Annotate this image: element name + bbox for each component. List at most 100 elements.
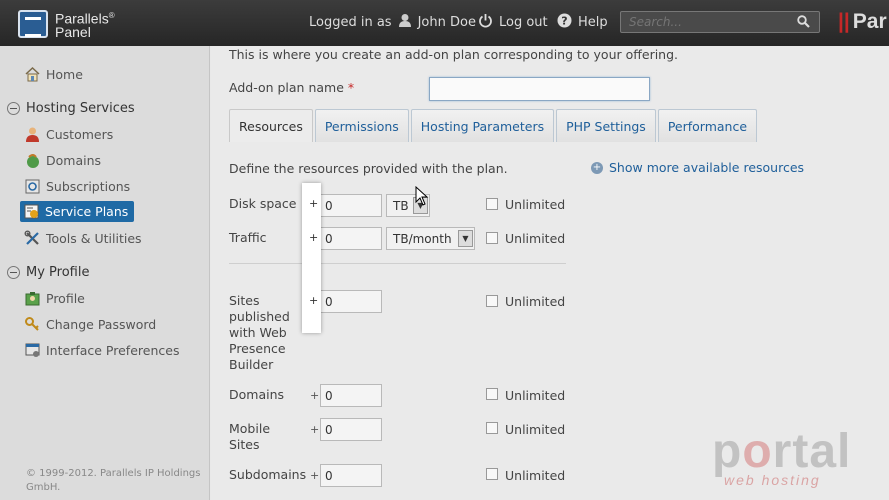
top-bar: Parallels® Panel Logged in as John Doe L… xyxy=(0,0,889,46)
tab-php-settings[interactable]: PHP Settings xyxy=(556,109,656,142)
domains-icon xyxy=(24,152,41,169)
sites-wpb-plus[interactable]: + xyxy=(309,294,318,307)
sidebar-group-my-profile[interactable]: My Profile xyxy=(7,265,89,280)
mobile-sites-label: Mobile Sites xyxy=(229,421,271,452)
unlimited-label: Unlimited xyxy=(505,197,566,212)
tab-bar: Resources Permissions Hosting Parameters… xyxy=(229,109,759,142)
sidebar-item-profile[interactable]: Profile xyxy=(24,290,85,307)
user-name-link[interactable]: John Doe xyxy=(418,15,476,30)
tab-hosting-parameters[interactable]: Hosting Parameters xyxy=(410,109,555,142)
user-icon xyxy=(398,13,412,32)
disk-space-unlimited-checkbox[interactable] xyxy=(486,198,498,210)
logo-line-2: Panel xyxy=(55,23,91,40)
subdomains-label: Subdomains xyxy=(229,467,307,482)
parallels-brand-logo: || Par xyxy=(838,10,887,34)
search-input[interactable] xyxy=(621,12,789,32)
unlimited-label: Unlimited xyxy=(505,468,566,483)
show-more-label: Show more available resources xyxy=(609,160,805,175)
search-icon[interactable] xyxy=(797,15,810,31)
parallels-panel-logo[interactable]: Parallels® Panel xyxy=(18,9,115,39)
traffic-unit-select[interactable]: TB/month ▼ xyxy=(386,227,475,250)
collapse-icon xyxy=(7,266,20,279)
tab-permissions[interactable]: Permissions xyxy=(314,109,409,142)
logged-in-label: Logged in as xyxy=(309,15,392,30)
plan-name-input[interactable] xyxy=(429,77,650,101)
traffic-unit-value: TB/month xyxy=(393,232,452,246)
unlimited-label: Unlimited xyxy=(505,294,566,309)
sidebar-item-label: Home xyxy=(46,67,83,82)
help-label: Help xyxy=(578,15,608,30)
chevron-down-icon: ▼ xyxy=(458,230,473,247)
domains-input[interactable]: 0 xyxy=(320,384,382,407)
sidebar-item-label: Interface Preferences xyxy=(46,343,180,358)
portal-web-hosting-watermark: portal web hosting xyxy=(712,428,851,489)
power-icon xyxy=(478,13,493,32)
parallels-bars-icon: || xyxy=(838,10,850,33)
brand-right-text: Par xyxy=(852,10,887,33)
sidebar-item-label: Change Password xyxy=(46,317,157,332)
sidebar-item-change-password[interactable]: Change Password xyxy=(24,316,156,333)
key-icon xyxy=(24,316,41,333)
unlimited-label: Unlimited xyxy=(505,231,566,246)
profile-icon xyxy=(24,290,41,307)
subdomains-unlimited-checkbox[interactable] xyxy=(486,468,498,480)
disk-space-label: Disk space xyxy=(229,196,297,211)
traffic-unlimited-checkbox[interactable] xyxy=(486,232,498,244)
plus-circle-icon: + xyxy=(591,161,603,174)
sites-wpb-input[interactable]: 0 xyxy=(320,290,382,313)
svg-text:?: ? xyxy=(561,15,567,28)
mouse-cursor-icon xyxy=(415,185,429,209)
help-button[interactable]: ? Help xyxy=(557,13,608,32)
subscriptions-icon xyxy=(24,178,41,195)
sidebar-item-tools-utilities[interactable]: Tools & Utilities xyxy=(24,230,142,247)
sidebar-item-label: Profile xyxy=(46,291,85,306)
search-box xyxy=(620,11,820,33)
traffic-input[interactable]: 0 xyxy=(320,227,382,250)
domains-label: Domains xyxy=(229,387,285,402)
tab-performance[interactable]: Performance xyxy=(657,109,758,142)
plan-name-label-text: Add-on plan name xyxy=(229,80,344,95)
sidebar-item-label: Subscriptions xyxy=(46,179,131,194)
sidebar-item-domains[interactable]: Domains xyxy=(24,152,101,169)
sidebar-item-interface-preferences[interactable]: Interface Preferences xyxy=(24,342,179,359)
sidebar-group-label: Hosting Services xyxy=(26,101,135,116)
preferences-icon xyxy=(24,342,41,359)
mobile-sites-unlimited-checkbox[interactable] xyxy=(486,422,498,434)
collapse-icon xyxy=(7,102,20,115)
sidebar-item-service-plans[interactable]: Service Plans xyxy=(20,201,135,222)
required-mark: * xyxy=(347,80,355,95)
divider xyxy=(229,263,566,264)
logo-registered-mark: ® xyxy=(108,11,115,20)
home-icon xyxy=(24,66,41,83)
plan-name-label: Add-on plan name * xyxy=(229,80,354,96)
help-icon: ? xyxy=(557,13,572,32)
domains-unlimited-checkbox[interactable] xyxy=(486,388,498,400)
unlimited-label: Unlimited xyxy=(505,422,566,437)
sidebar-item-home[interactable]: Home xyxy=(24,66,83,83)
watermark-part-3: rtal xyxy=(772,425,852,478)
disk-space-input[interactable]: 0 xyxy=(320,194,382,217)
mobile-sites-input[interactable]: 0 xyxy=(320,418,382,441)
sidebar-group-hosting-services[interactable]: Hosting Services xyxy=(7,101,135,116)
logged-in-info: Logged in as John Doe xyxy=(309,13,476,32)
traffic-label: Traffic xyxy=(229,230,267,245)
tab-resources[interactable]: Resources xyxy=(229,109,313,142)
sites-wpb-label: Sites published with Web Presence Builde… xyxy=(229,293,290,372)
sidebar-item-label: Tools & Utilities xyxy=(46,231,142,246)
subdomains-input[interactable]: 0 xyxy=(320,464,382,487)
show-more-resources-link[interactable]: + Show more available resources xyxy=(591,160,804,175)
sidebar-group-label: My Profile xyxy=(26,265,90,280)
unlimited-label: Unlimited xyxy=(505,388,566,403)
sidebar-item-label: Service Plans xyxy=(45,204,129,219)
disk-space-unit-value: TB xyxy=(393,199,409,213)
highlighted-plus-column: + + + xyxy=(302,183,321,333)
sites-wpb-unlimited-checkbox[interactable] xyxy=(486,295,498,307)
disk-space-plus[interactable]: + xyxy=(309,197,318,210)
traffic-plus[interactable]: + xyxy=(309,231,318,244)
sidebar-item-subscriptions[interactable]: Subscriptions xyxy=(24,178,130,195)
tools-icon xyxy=(24,230,41,247)
page-intro-text: This is where you create an add-on plan … xyxy=(229,47,679,62)
sidebar-item-customers[interactable]: Customers xyxy=(24,126,113,143)
sidebar: Home Hosting Services Customers Domains … xyxy=(0,46,210,500)
logout-button[interactable]: Log out xyxy=(478,13,548,32)
